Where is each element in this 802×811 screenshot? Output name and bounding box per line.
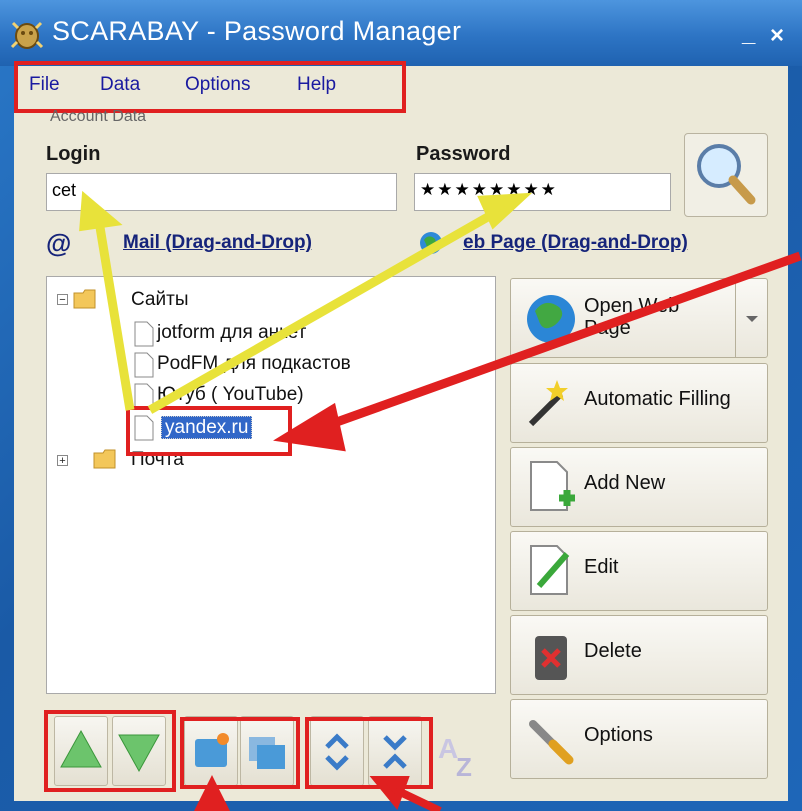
red-arrow-bottom-right bbox=[369, 776, 442, 811]
annotation-overlay bbox=[79, 190, 802, 811]
red-arrow-bottom-left bbox=[194, 775, 230, 811]
yellow-arrow-login bbox=[79, 190, 135, 411]
